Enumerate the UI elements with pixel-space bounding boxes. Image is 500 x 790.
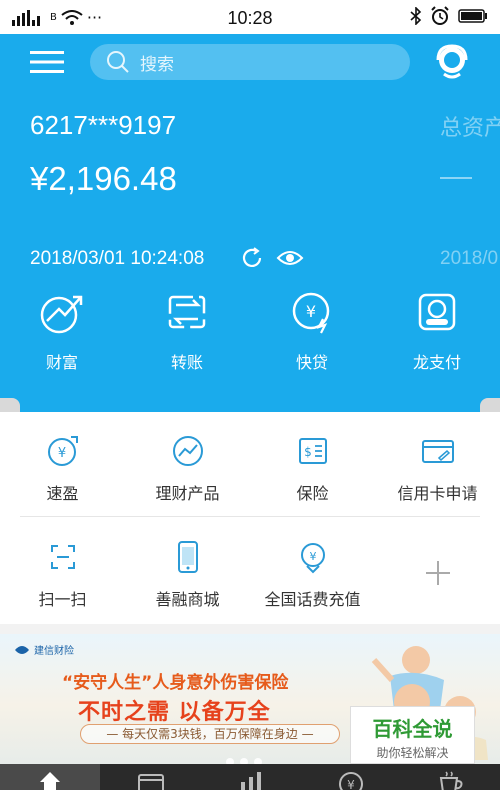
watermark-logo: 百科全说 助你轻松解决 [350, 706, 475, 764]
service-add-button[interactable] [375, 558, 500, 600]
service-scan[interactable]: 扫一扫 [0, 540, 125, 610]
quick-action-transfer[interactable]: 转账 [137, 289, 237, 373]
bottom-tab-bar: ¥ [0, 764, 500, 790]
tab-home[interactable] [0, 764, 100, 790]
banner-subtitle: — 每天仅需3块钱，百万保障在身边 — [80, 724, 340, 744]
svg-text:$: $ [304, 445, 312, 459]
yuan-coin-icon: ¥ [47, 436, 78, 466]
banner-title: “安守人生”人身意外伤害保险 [62, 673, 289, 693]
eye-icon[interactable] [276, 248, 304, 268]
menu-icon[interactable] [30, 50, 64, 74]
service-shanrong-mall[interactable]: 善融商城 [125, 540, 250, 610]
alarm-icon [431, 6, 449, 25]
row-divider [20, 516, 480, 517]
balance-amount: ¥2,196.48 [30, 160, 177, 197]
service-grid: ¥ 速盈 理财产品 $ 保险 信用卡申请 扫一扫 善融商城 ¥ 全国话费充值 [0, 412, 500, 624]
service-insurance[interactable]: $ 保险 [250, 434, 375, 504]
search-icon [107, 51, 129, 73]
yuan-icon: ¥ [339, 772, 363, 790]
service-label: 信用卡申请 [397, 484, 478, 503]
battery-icon [458, 9, 487, 23]
insurer-logo-icon [15, 645, 29, 654]
search-placeholder: 搜索 [140, 54, 174, 75]
watermark-main: 百科全说 [372, 717, 453, 741]
quick-action-label: 龙支付 [412, 353, 461, 372]
search-input[interactable]: 搜索 [90, 44, 410, 80]
top-bar: 搜索 [0, 34, 500, 90]
add-icon [425, 561, 450, 585]
wealth-icon [40, 295, 83, 334]
banner-logo: 建信财险 [14, 642, 74, 657]
card-number: 6217***9197 [30, 110, 177, 140]
quick-action-quick-loan[interactable]: ¥ 快贷 [262, 289, 362, 373]
service-label: 理财产品 [155, 484, 220, 503]
tab-finance[interactable]: ¥ [300, 764, 400, 790]
quick-action-long-pay[interactable]: 龙支付 [387, 289, 487, 373]
banner-logo-text: 建信财险 [34, 646, 74, 657]
tab-chart[interactable] [200, 764, 300, 790]
section-gap [0, 624, 500, 634]
quick-action-label: 转账 [170, 353, 203, 372]
chart-icon [241, 772, 261, 790]
quick-action-wealth[interactable]: 财富 [12, 289, 112, 373]
service-wealth-products[interactable]: 理财产品 [125, 434, 250, 504]
phone-mall-icon [177, 541, 198, 573]
home-icon [40, 772, 60, 790]
quick-action-label: 财富 [45, 353, 78, 372]
tab-life[interactable] [400, 764, 500, 790]
svg-text:¥: ¥ [306, 302, 316, 321]
quick-action-label: 快贷 [295, 353, 328, 372]
svg-text:¥: ¥ [347, 778, 355, 790]
assistant-icon[interactable] [432, 42, 472, 82]
banner-slogan: 不时之需 以备万全 [78, 700, 271, 725]
long-pay-icon [418, 293, 456, 331]
service-label: 善融商城 [155, 590, 220, 609]
refresh-icon[interactable] [240, 246, 264, 270]
cup-icon [439, 771, 463, 790]
service-label: 全国话费充值 [264, 590, 361, 609]
service-credit-card[interactable]: 信用卡申请 [375, 434, 500, 504]
account-panel: 搜索 6217***9197 ¥2,196.48 总资产 2018/03/01 … [0, 34, 500, 412]
service-suying[interactable]: ¥ 速盈 [0, 434, 125, 504]
credit-card-icon [421, 440, 454, 463]
transfer-icon [168, 295, 206, 329]
service-label: 保险 [296, 484, 329, 503]
bluetooth-icon [410, 7, 422, 25]
phone-recharge-icon: ¥ [300, 543, 325, 574]
status-right [410, 6, 488, 26]
svg-text:¥: ¥ [57, 446, 65, 461]
trend-icon [172, 436, 203, 466]
service-label: 速盈 [46, 484, 79, 503]
service-phone-recharge[interactable]: ¥ 全国话费充值 [250, 540, 375, 610]
status-bar: B ··· 10:28 [0, 0, 500, 34]
watermark-sub: 助你轻松解决 [376, 746, 449, 760]
total-assets-value [440, 177, 472, 179]
tab-card[interactable] [100, 764, 200, 790]
svg-text:¥: ¥ [309, 550, 316, 563]
scan-icon [50, 545, 75, 569]
service-label: 扫一扫 [38, 590, 87, 609]
quick-loan-icon: ¥ [292, 292, 330, 334]
secondary-date: 2018/0 [440, 248, 499, 269]
card-icon [138, 774, 164, 790]
update-time: 2018/03/01 10:24:08 [30, 248, 205, 269]
insurance-icon: $ [298, 438, 327, 464]
total-assets-label: 总资产 [440, 116, 500, 141]
